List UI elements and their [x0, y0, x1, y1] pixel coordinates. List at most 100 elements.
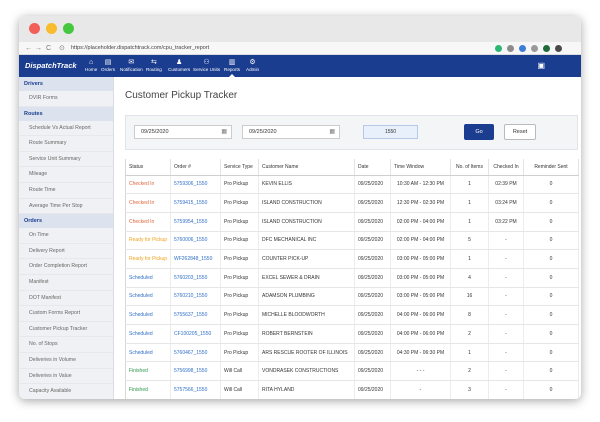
nav-label: Service Units — [193, 67, 221, 72]
sidebar-item[interactable]: Deliveries in Value — [19, 369, 113, 385]
sidebar-item[interactable]: Service Unit Summary — [19, 152, 113, 168]
cell-customer: ROBERT BERNSTEIN — [258, 324, 355, 344]
order-link[interactable]: WF262848_1550 — [170, 249, 221, 269]
cell-service: Will Call — [220, 380, 259, 399]
nav-routing[interactable]: ⇆ Routing — [146, 58, 162, 72]
order-link[interactable]: 5760006_1550 — [170, 231, 221, 251]
ext-profile-icon[interactable] — [555, 45, 562, 52]
nav-home[interactable]: ⌂ Home — [85, 58, 97, 72]
cell-customer: ISLAND CONSTRUCTION — [258, 193, 355, 213]
order-link[interactable]: 5760203_1550 — [170, 268, 221, 288]
table-row[interactable]: Scheduled 5755637_1550 Pro Pickup MICHELLE … — [125, 305, 579, 325]
table-row[interactable]: Checked In 5759306_1550 Pro Pickup KEVIN EL… — [125, 175, 579, 195]
cell-status: Scheduled — [125, 343, 171, 363]
column-header[interactable]: Service Type — [220, 159, 259, 176]
nav-service-units[interactable]: ⚇ Service Units — [193, 58, 220, 72]
sidebar-section-title[interactable]: Orders — [19, 214, 113, 229]
order-link[interactable]: 5760467_1550 — [170, 343, 221, 363]
back-icon[interactable]: ← — [25, 44, 32, 53]
sidebar-item[interactable]: No. of Stops — [19, 337, 113, 353]
sidebar-item[interactable]: On Time — [19, 228, 113, 244]
cell-window: 10:30 AM - 12:30 PM — [390, 175, 451, 195]
order-link[interactable]: 5759306_1550 — [170, 175, 221, 195]
column-header[interactable]: Checked In — [488, 159, 524, 176]
ext-gray-icon[interactable] — [507, 45, 514, 52]
sidebar-section-title[interactable]: Routes — [19, 106, 113, 121]
sidebar-item[interactable]: Schedule Vs Actual Report — [19, 121, 113, 137]
column-header[interactable]: Reminder Sent — [523, 159, 579, 176]
pickup-table: Status Order # Service Type Customer Name Da… — [125, 159, 579, 399]
reset-button[interactable]: Reset — [504, 124, 536, 140]
order-link[interactable]: 5756998_1550 — [170, 361, 221, 382]
maximize-window-button[interactable] — [63, 23, 74, 34]
sidebar-item[interactable]: Custom Forms Report — [19, 306, 113, 322]
ext-blue-icon[interactable] — [519, 45, 526, 52]
start-date-input[interactable]: 09/25/2020 ▦ — [134, 125, 232, 139]
forward-icon[interactable]: → — [35, 44, 42, 53]
sidebar-item[interactable]: Manifest — [19, 275, 113, 291]
order-link[interactable]: 5759954_1550 — [170, 212, 221, 232]
cell-customer: MICHELLE BLOODWORTH — [258, 305, 355, 325]
calendar-icon[interactable]: ▦ — [221, 126, 227, 138]
user-menu-icon[interactable]: ▣ — [537, 61, 545, 70]
nav-orders[interactable]: ▤ Orders — [101, 58, 115, 72]
sidebar-item[interactable]: Capacity Available — [19, 384, 113, 399]
sidebar-section-title[interactable]: Drivers — [19, 77, 113, 91]
order-link[interactable]: 5760210_1550 — [170, 287, 221, 307]
column-header[interactable]: Time Window — [390, 159, 451, 176]
table-row[interactable]: Scheduled CF100205_1550 Pro Pickup ROBERT B… — [125, 324, 579, 344]
cell-status: Scheduled — [125, 324, 171, 344]
ext-green-icon[interactable] — [495, 45, 502, 52]
nav-notification[interactable]: ✉ Notification — [120, 58, 143, 72]
table-row[interactable]: Scheduled 5760467_1550 Pro Pickup ARS RESCU… — [125, 343, 579, 363]
nav-customers[interactable]: ♟ Customers — [168, 58, 190, 72]
order-link[interactable]: CF100205_1550 — [170, 324, 221, 344]
sidebar-item[interactable]: Route Time — [19, 183, 113, 199]
go-button[interactable]: Go — [464, 124, 494, 140]
column-header[interactable]: Status — [125, 159, 171, 176]
cell-status: Scheduled — [125, 268, 171, 288]
cell-reminder: 0 — [523, 343, 579, 363]
table-row[interactable]: Finished 5757566_1550 Will Call RITA HYLAND… — [125, 380, 579, 399]
order-link[interactable]: 5759415_1550 — [170, 193, 221, 213]
order-link[interactable]: 5757566_1550 — [170, 380, 221, 399]
minimize-window-button[interactable] — [46, 23, 57, 34]
cell-customer: VONDRASEK CONSTRUCTIONS — [258, 361, 355, 382]
sidebar-item[interactable]: Mileage — [19, 167, 113, 183]
end-date-input[interactable]: 09/25/2020 ▦ — [242, 125, 340, 139]
cell-window: 03:00 PM - 05:00 PM — [390, 249, 451, 269]
nav-admin[interactable]: ⚙ Admin — [246, 58, 259, 72]
sidebar-item[interactable]: Delivery Report — [19, 244, 113, 260]
sidebar-item[interactable]: Order Completion Report — [19, 259, 113, 275]
sidebar-item[interactable]: DOT Manifest — [19, 291, 113, 307]
dispatchtrack-logo[interactable]: DispatchTrack — [25, 61, 77, 70]
ext-puzzle-icon[interactable] — [531, 45, 538, 52]
close-window-button[interactable] — [29, 23, 40, 34]
sidebar-item[interactable]: Average Time Per Stop — [19, 199, 113, 215]
sidebar-item[interactable]: Customer Pickup Tracker — [19, 322, 113, 338]
order-link[interactable]: 5755637_1550 — [170, 305, 221, 325]
cell-date: 09/25/2020 — [354, 175, 391, 195]
nav-reports[interactable]: ▥ Reports — [224, 58, 240, 77]
column-header[interactable]: No. of Items — [450, 159, 489, 176]
table-row[interactable]: Ready for Pickup WF262848_1550 Pro Pickup C… — [125, 249, 579, 269]
column-header[interactable]: Order # — [170, 159, 221, 176]
table-row[interactable]: Ready for Pickup 5760006_1550 Pro Pickup DF… — [125, 231, 579, 251]
sidebar-item[interactable]: Route Summary — [19, 136, 113, 152]
cell-checked-in: 03:22 PM — [488, 212, 524, 232]
store-input[interactable]: 1550 — [363, 125, 418, 139]
table-row[interactable]: Finished 5756998_1550 Will Call VONDRASEK C… — [125, 361, 579, 382]
ext-darkgreen-icon[interactable] — [543, 45, 550, 52]
reload-icon[interactable]: C — [46, 44, 51, 53]
address-bar[interactable]: https://placeholder.dispatchtrack.com/cp… — [71, 45, 209, 51]
table-row[interactable]: Scheduled 5760210_1550 Pro Pickup ADAMSON P… — [125, 287, 579, 307]
table-row[interactable]: Checked In 5759954_1550 Pro Pickup ISLAND C… — [125, 212, 579, 232]
cell-checked-in: - — [488, 380, 524, 399]
column-header[interactable]: Customer Name — [258, 159, 355, 176]
sidebar-item[interactable]: DVIR Forms — [19, 91, 113, 107]
column-header[interactable]: Date — [354, 159, 391, 176]
calendar-icon[interactable]: ▦ — [329, 126, 335, 138]
sidebar-item[interactable]: Deliveries in Volume — [19, 353, 113, 369]
table-row[interactable]: Checked In 5759415_1550 Pro Pickup ISLAND C… — [125, 193, 579, 213]
table-row[interactable]: Scheduled 5760203_1550 Pro Pickup EXCEL SEW… — [125, 268, 579, 288]
